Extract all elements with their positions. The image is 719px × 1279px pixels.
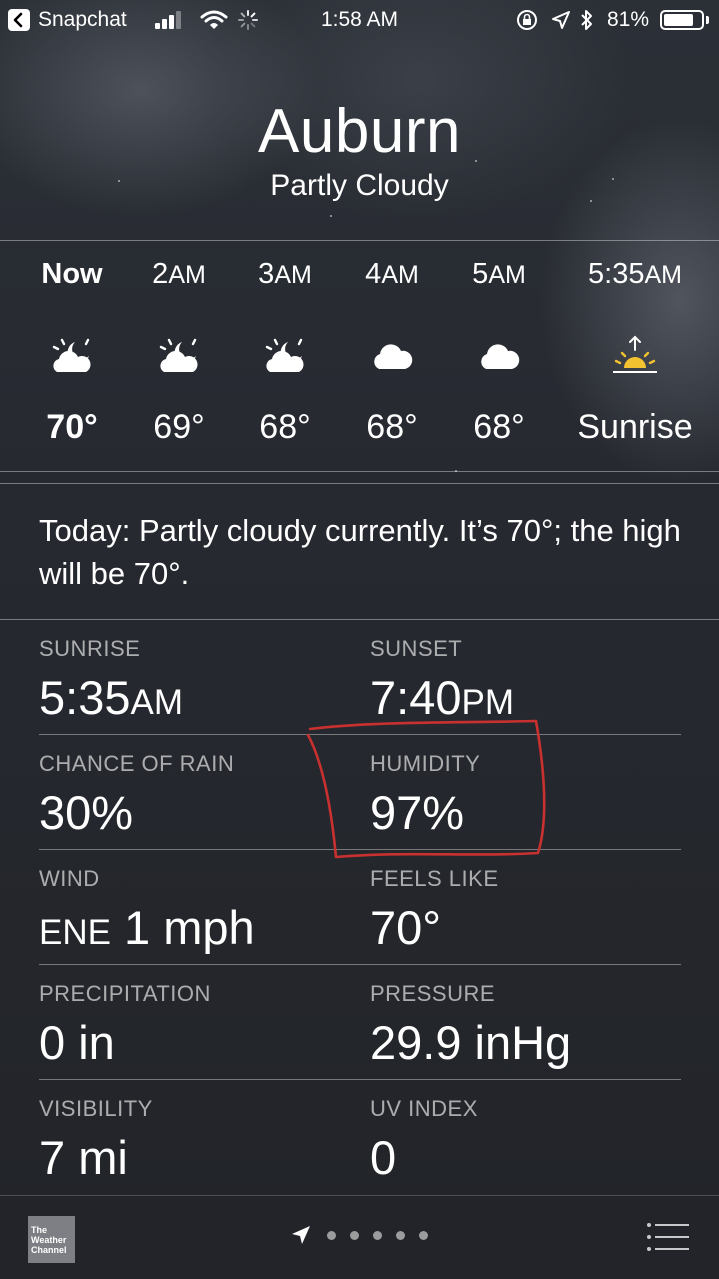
detail-label: PRESSURE <box>370 981 496 1006</box>
current-condition: Partly Cloudy <box>270 169 449 202</box>
current-location-icon <box>292 1226 310 1244</box>
cloud-icon <box>338 326 446 386</box>
hour-time: 4AM <box>365 258 419 290</box>
battery-percentage: 81% <box>607 8 650 31</box>
detail-precipitation: PRECIPITATION 0 in <box>39 981 211 1070</box>
detail-sunrise: SUNRISE 5:35AM <box>39 636 183 725</box>
hourly-item-sunrise: 5:35AM Sunrise <box>568 258 702 447</box>
partly-cloudy-night-icon <box>18 326 126 386</box>
detail-label: UV INDEX <box>370 1096 478 1121</box>
hourly-item: 3AM 68° <box>231 258 339 447</box>
sunrise-icon <box>568 326 702 386</box>
city-name: Auburn <box>258 97 461 166</box>
detail-value: 0 <box>370 1131 397 1184</box>
divider <box>0 240 719 241</box>
detail-visibility: VISIBILITY 7 mi <box>39 1096 153 1185</box>
page-dot <box>327 1231 336 1240</box>
hour-temp: 68° <box>259 408 311 446</box>
daily-summary: Today: Partly cloudy currently. It’s 70°… <box>39 513 681 591</box>
detail-label: VISIBILITY <box>39 1096 153 1121</box>
red-annotation-box <box>306 719 546 859</box>
detail-value: 0 in <box>39 1016 115 1069</box>
hour-temp: Sunrise <box>577 408 693 446</box>
battery-icon <box>660 10 704 30</box>
status-bar: Snapchat 1:58 AM 81% <box>0 0 719 40</box>
detail-value: 7 mi <box>39 1131 128 1184</box>
divider <box>0 619 719 620</box>
battery-tip <box>706 16 709 24</box>
detail-feels-like: FEELS LIKE 70° <box>370 866 499 955</box>
hour-time: 5AM <box>472 258 526 290</box>
detail-label: WIND <box>39 866 100 891</box>
detail-label: FEELS LIKE <box>370 866 499 891</box>
hour-temp: 70° <box>46 408 98 446</box>
partly-cloudy-night-icon <box>125 326 233 386</box>
detail-label: CHANCE OF RAIN <box>39 751 235 776</box>
page-dot <box>350 1231 359 1240</box>
page-dot <box>419 1231 428 1240</box>
detail-value: 70° <box>370 901 442 954</box>
detail-uv-index: UV INDEX 0 <box>370 1096 478 1185</box>
page-dot <box>396 1231 405 1240</box>
hour-temp: 69° <box>153 408 205 446</box>
hour-time: 3AM <box>258 258 312 290</box>
detail-label: SUNRISE <box>39 636 141 661</box>
hour-time: 5:35AM <box>588 258 682 290</box>
detail-value: 30% <box>39 786 134 839</box>
hourly-item: 5AM 68° <box>445 258 553 447</box>
bluetooth-icon <box>579 8 595 38</box>
weather-channel-logo[interactable]: The Weather Channel <box>28 1216 75 1263</box>
detail-value: ENE 1 mph <box>39 901 255 954</box>
detail-sunset: SUNSET 7:40PM <box>370 636 514 725</box>
bottom-toolbar: The Weather Channel <box>0 1195 719 1279</box>
hour-temp: 68° <box>473 408 525 446</box>
city-list-icon[interactable] <box>645 1221 691 1253</box>
page-dot <box>373 1231 382 1240</box>
hourly-item-now: Now 70° <box>18 258 126 447</box>
divider <box>39 1079 681 1080</box>
divider <box>39 964 681 965</box>
detail-value: 5:35AM <box>39 671 183 724</box>
cloud-icon <box>445 326 553 386</box>
hour-time: 2AM <box>152 258 206 290</box>
detail-label: SUNSET <box>370 636 463 661</box>
detail-wind: WIND ENE 1 mph <box>39 866 255 955</box>
hour-time: Now <box>41 258 103 290</box>
detail-value: 29.9 inHg <box>370 1016 572 1069</box>
detail-chance-of-rain: CHANCE OF RAIN 30% <box>39 751 234 840</box>
hourly-item: 2AM 69° <box>125 258 233 447</box>
hour-temp: 68° <box>366 408 418 446</box>
partly-cloudy-night-icon <box>231 326 339 386</box>
divider <box>0 471 719 472</box>
detail-pressure: PRESSURE 29.9 inHg <box>370 981 571 1070</box>
location-services-icon <box>551 10 571 36</box>
detail-label: PRECIPITATION <box>39 981 211 1006</box>
divider <box>0 483 719 484</box>
orientation-lock-icon <box>515 9 539 37</box>
hourly-item: 4AM 68° <box>338 258 446 447</box>
star <box>330 215 332 217</box>
